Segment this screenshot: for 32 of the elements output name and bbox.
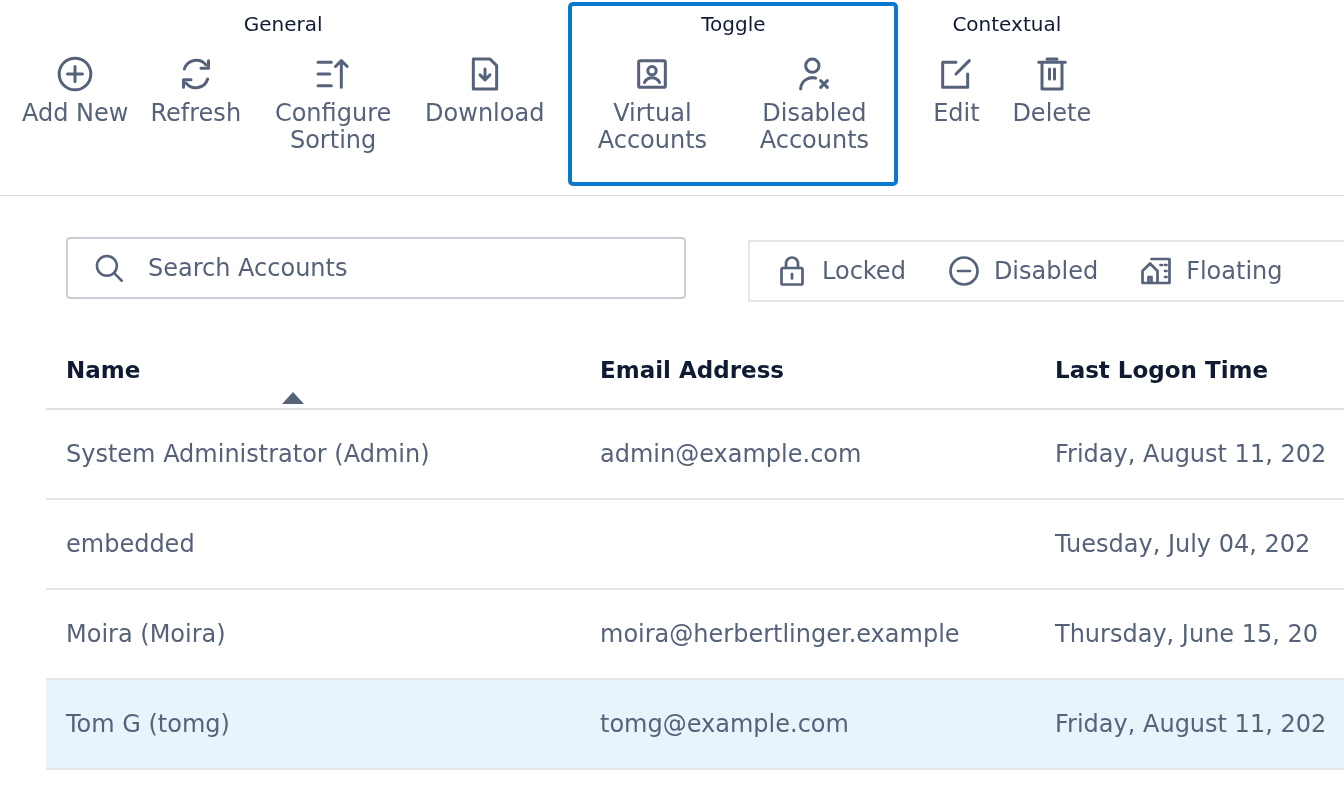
toolbar-button[interactable]: Add New bbox=[16, 54, 135, 154]
group-title: Contextual bbox=[952, 12, 1062, 36]
group-title: General bbox=[243, 12, 323, 36]
toolbar-button[interactable]: Disabled Accounts bbox=[738, 54, 891, 154]
table-cell: System Administrator (Admin) bbox=[66, 440, 430, 468]
table-cell: Thursday, June 15, 20 bbox=[1055, 620, 1319, 648]
legend-label: Locked bbox=[822, 257, 906, 285]
toolbar-button[interactable]: Configure Sorting bbox=[257, 54, 410, 154]
toolbar-button[interactable]: Refresh bbox=[144, 54, 248, 154]
table-cell: Moira (Moira) bbox=[66, 620, 226, 648]
table-cell: Friday, August 11, 202 bbox=[1055, 440, 1327, 468]
column-header[interactable]: Name bbox=[66, 357, 141, 383]
table-cell: tomg@example.com bbox=[600, 710, 849, 738]
column-header[interactable]: Last Logon Time bbox=[1055, 357, 1269, 383]
legend-label: Disabled bbox=[993, 257, 1099, 285]
column-header[interactable]: Email Address bbox=[600, 357, 785, 383]
search-field[interactable]: Search Accounts bbox=[66, 237, 686, 299]
group-title: Toggle bbox=[701, 12, 766, 36]
table-cell: admin@example.com bbox=[600, 440, 862, 468]
toolbar-button[interactable]: Download bbox=[419, 54, 551, 154]
toolbar-button[interactable]: Virtual Accounts bbox=[576, 54, 729, 154]
toolbar-button[interactable]: Edit bbox=[916, 54, 997, 127]
toolbar-button[interactable]: Delete bbox=[1006, 54, 1098, 127]
table-row[interactable]: System Administrator (Admin) admin@example.com Friday, August 11, 202 bbox=[46, 409, 1344, 499]
table-cell: Tom G (tomg) bbox=[66, 710, 230, 738]
table-cell: Friday, August 11, 202 bbox=[1055, 710, 1327, 738]
table-row[interactable]: embedded Tuesday, July 04, 202 bbox=[46, 499, 1344, 589]
legend-label: Floating bbox=[1186, 257, 1283, 285]
table-cell: Tuesday, July 04, 202 bbox=[1055, 530, 1311, 558]
table-cell: embedded bbox=[66, 530, 195, 558]
table-cell: moira@herbertlinger.example bbox=[600, 620, 960, 648]
selected-row[interactable]: Tom G (tomg) tomg@example.com Friday, August 11, 202 bbox=[46, 679, 1344, 769]
